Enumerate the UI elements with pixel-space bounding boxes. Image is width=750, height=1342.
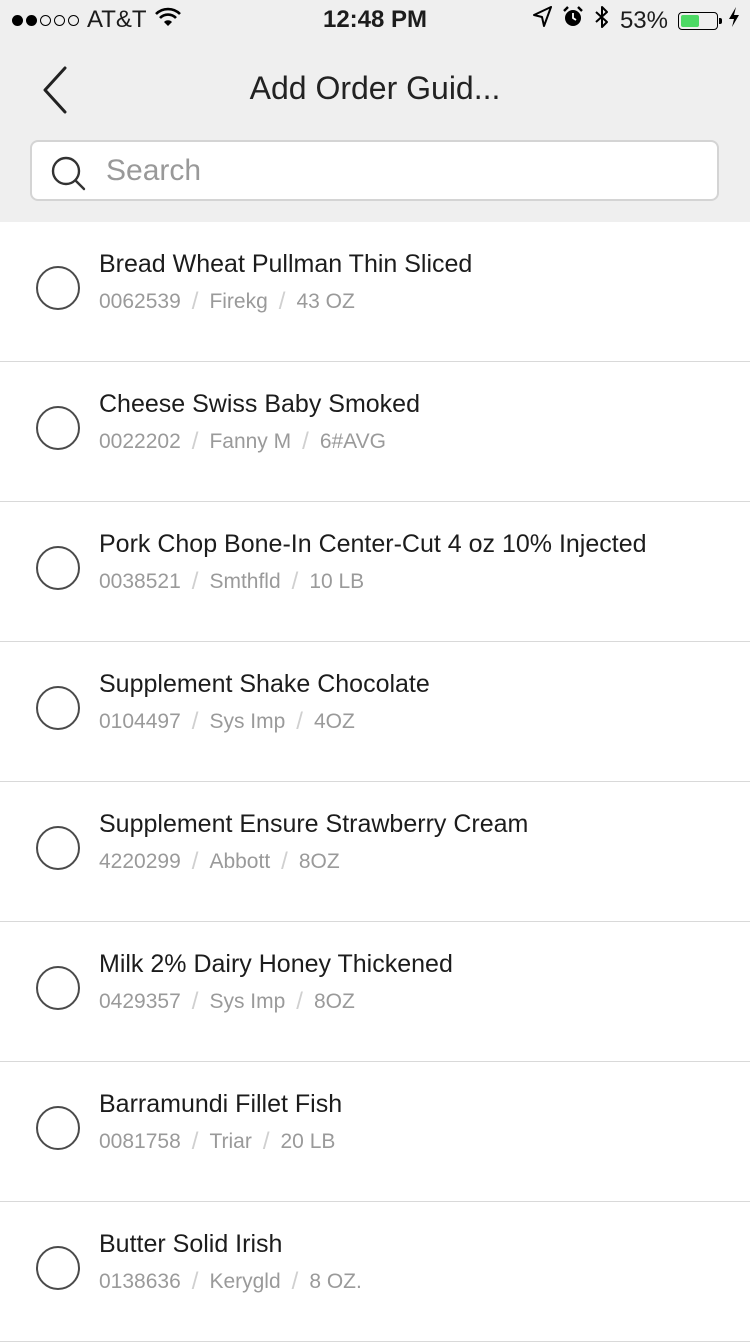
item-brand: Sys Imp bbox=[209, 710, 286, 733]
separator: / bbox=[291, 1268, 299, 1295]
search-input[interactable] bbox=[104, 152, 668, 189]
item-brand: Abbott bbox=[209, 850, 271, 873]
select-radio[interactable] bbox=[36, 1246, 80, 1290]
battery-icon bbox=[678, 11, 722, 30]
list-item[interactable]: Bread Wheat Pullman Thin Sliced 0062539 … bbox=[0, 222, 750, 362]
list-item[interactable]: Milk 2% Dairy Honey Thickened 0429357 / … bbox=[0, 922, 750, 1062]
separator: / bbox=[191, 1128, 199, 1155]
item-meta: 0062539 / Firekg / 43 OZ bbox=[99, 288, 355, 316]
item-pack: 8 OZ. bbox=[309, 1270, 362, 1293]
item-code: 0038521 bbox=[99, 570, 181, 593]
battery-percent: 53% bbox=[619, 6, 668, 34]
item-code: 0429357 bbox=[99, 990, 181, 1013]
bluetooth-icon bbox=[594, 5, 610, 36]
separator: / bbox=[302, 428, 309, 455]
item-name: Pork Chop Bone-In Center-Cut 4 oz 10% In… bbox=[99, 530, 647, 558]
item-pack: 8OZ bbox=[298, 850, 340, 873]
status-right: 53% bbox=[532, 5, 740, 36]
item-pack: 43 OZ bbox=[296, 290, 355, 313]
item-brand: Firekg bbox=[209, 290, 268, 313]
select-radio[interactable] bbox=[36, 266, 80, 310]
nav-bar: Add Order Guid... bbox=[0, 40, 750, 222]
select-radio[interactable] bbox=[36, 826, 80, 870]
alarm-icon bbox=[562, 6, 584, 35]
list-item[interactable]: Pork Chop Bone-In Center-Cut 4 oz 10% In… bbox=[0, 502, 750, 642]
item-brand: Sys Imp bbox=[209, 990, 286, 1013]
item-pack: 6#AVG bbox=[319, 430, 386, 453]
item-name: Supplement Shake Chocolate bbox=[99, 670, 430, 698]
order-guide-item-list: Bread Wheat Pullman Thin Sliced 0062539 … bbox=[0, 222, 750, 1342]
search-box[interactable] bbox=[30, 140, 719, 201]
item-name: Butter Solid Irish bbox=[99, 1230, 283, 1258]
item-pack: 10 LB bbox=[309, 570, 365, 593]
item-brand: Kerygld bbox=[209, 1270, 281, 1293]
item-name: Milk 2% Dairy Honey Thickened bbox=[99, 950, 453, 978]
item-meta: 0138636 / Kerygld / 8 OZ. bbox=[99, 1268, 362, 1296]
separator: / bbox=[191, 848, 199, 875]
select-radio[interactable] bbox=[36, 686, 80, 730]
item-meta: 4220299 / Abbott / 8OZ bbox=[99, 848, 340, 876]
select-radio[interactable] bbox=[36, 1106, 80, 1150]
separator: / bbox=[281, 848, 288, 875]
separator: / bbox=[191, 428, 199, 455]
list-item[interactable]: Supplement Shake Chocolate 0104497 / Sys… bbox=[0, 642, 750, 782]
item-name: Supplement Ensure Strawberry Cream bbox=[99, 810, 529, 838]
item-code: 0062539 bbox=[99, 290, 181, 313]
item-pack: 8OZ bbox=[313, 990, 355, 1013]
list-item[interactable]: Supplement Ensure Strawberry Cream 42202… bbox=[0, 782, 750, 922]
separator: / bbox=[191, 568, 199, 595]
separator: / bbox=[191, 1268, 199, 1295]
item-pack: 4OZ bbox=[313, 710, 355, 733]
item-brand: Smthfld bbox=[209, 570, 281, 593]
separator: / bbox=[296, 988, 303, 1015]
item-code: 0138636 bbox=[99, 1270, 181, 1293]
item-code: 0081758 bbox=[99, 1130, 181, 1153]
item-code: 4220299 bbox=[99, 850, 181, 873]
item-meta: 0022202 / Fanny M / 6#AVG bbox=[99, 428, 386, 456]
page-title: Add Order Guid... bbox=[249, 70, 501, 106]
select-radio[interactable] bbox=[36, 966, 80, 1010]
select-radio[interactable] bbox=[36, 406, 80, 450]
separator: / bbox=[262, 1128, 270, 1155]
separator: / bbox=[291, 568, 299, 595]
list-item[interactable]: Barramundi Fillet Fish 0081758 / Triar /… bbox=[0, 1062, 750, 1202]
separator: / bbox=[191, 288, 199, 315]
battery-level bbox=[681, 14, 700, 27]
item-meta: 0429357 / Sys Imp / 8OZ bbox=[99, 988, 355, 1016]
list-item[interactable]: Cheese Swiss Baby Smoked 0022202 / Fanny… bbox=[0, 362, 750, 502]
item-name: Barramundi Fillet Fish bbox=[99, 1090, 343, 1118]
status-bar: AT&T 12:48 PM 53% bbox=[0, 0, 750, 40]
item-meta: 0081758 / Triar / 20 LB bbox=[99, 1128, 335, 1156]
item-name: Bread Wheat Pullman Thin Sliced bbox=[99, 250, 473, 278]
item-meta: 0038521 / Smthfld / 10 LB bbox=[99, 568, 364, 596]
location-icon bbox=[532, 6, 552, 35]
item-code: 0104497 bbox=[99, 710, 181, 733]
item-name: Cheese Swiss Baby Smoked bbox=[99, 390, 420, 418]
separator: / bbox=[191, 988, 199, 1015]
separator: / bbox=[296, 708, 303, 735]
separator: / bbox=[191, 708, 199, 735]
search-icon bbox=[51, 156, 86, 190]
list-item[interactable]: Butter Solid Irish 0138636 / Kerygld / 8… bbox=[0, 1202, 750, 1342]
item-meta: 0104497 / Sys Imp / 4OZ bbox=[99, 708, 355, 736]
select-radio[interactable] bbox=[36, 546, 80, 590]
separator: / bbox=[278, 288, 286, 315]
item-code: 0022202 bbox=[99, 430, 181, 453]
item-pack: 20 LB bbox=[280, 1130, 336, 1153]
item-brand: Triar bbox=[209, 1130, 252, 1153]
item-brand: Fanny M bbox=[209, 430, 292, 453]
charging-icon bbox=[728, 6, 740, 35]
